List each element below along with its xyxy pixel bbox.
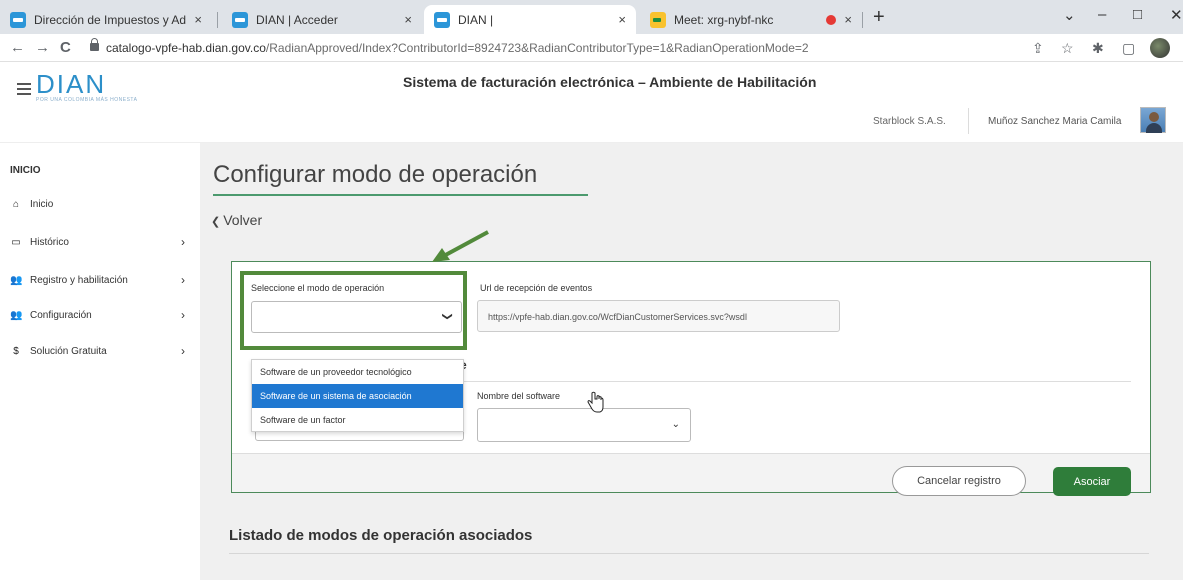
- home-icon: ⌂: [12, 198, 20, 210]
- sidebar-item-label: Histórico: [30, 236, 69, 248]
- browser-tab-1[interactable]: Dirección de Impuestos y Aduan ×: [0, 5, 212, 34]
- sidebar-item-label: Registro y habilitación: [30, 274, 128, 286]
- event-url-label: Url de recepción de eventos: [480, 283, 593, 293]
- sidebar-item-solucion-gratuita[interactable]: $ Solución Gratuita ›: [10, 342, 185, 360]
- main-content: Configurar modo de operación ❮ Volver Sel…: [200, 143, 1183, 580]
- star-icon[interactable]: ☆: [1061, 40, 1074, 57]
- chevron-right-icon: ›: [181, 273, 185, 287]
- dollar-icon: $: [13, 345, 19, 357]
- hand-cursor-icon: [587, 391, 604, 413]
- tab-separator: [217, 12, 218, 28]
- browser-tab-3-active[interactable]: DIAN | ×: [424, 5, 636, 34]
- sidebar: INICIO ⌂ Inicio ▭ Histórico › 👥 Registro…: [0, 143, 200, 580]
- extensions-puzzle-icon[interactable]: ✱: [1092, 40, 1104, 57]
- sidebar-item-label: Inicio: [30, 198, 54, 210]
- associated-modes-title: Listado de modos de operación asociados: [229, 527, 533, 544]
- sidebar-item-registro[interactable]: 👥 Registro y habilitación ›: [10, 271, 185, 289]
- lock-icon: [90, 38, 99, 51]
- browser-tab-4[interactable]: Meet: xrg-nybf-nkc ×: [640, 5, 862, 34]
- dropdown-option-factor[interactable]: Software de un factor: [252, 408, 463, 432]
- cancel-registration-button[interactable]: Cancelar registro: [892, 466, 1026, 496]
- recording-dot-icon: [826, 14, 837, 25]
- browser-tab-bar: Dirección de Impuestos y Aduan × DIAN | …: [0, 0, 1183, 34]
- tab-title: DIAN | Acceder: [256, 12, 338, 27]
- user-avatar[interactable]: [1140, 107, 1166, 133]
- tab-title: Dirección de Impuestos y Aduan: [34, 12, 187, 27]
- reload-icon[interactable]: C: [60, 39, 71, 56]
- dian-favicon-icon: [232, 11, 248, 28]
- profile-avatar-icon[interactable]: [1150, 38, 1170, 58]
- users-cog-icon: 👥: [10, 309, 23, 321]
- close-tab-icon[interactable]: ×: [618, 12, 626, 27]
- sidebar-item-configuracion[interactable]: 👥 Configuración ›: [10, 306, 185, 324]
- software-name-select[interactable]: ⌄: [477, 408, 691, 442]
- close-tab-icon[interactable]: ×: [404, 12, 412, 27]
- inbox-icon: ▭: [11, 236, 21, 248]
- highlight-box: [240, 271, 467, 350]
- close-tab-icon[interactable]: ×: [194, 12, 202, 27]
- dropdown-option-proveedor[interactable]: Software de un proveedor tecnológico: [252, 360, 463, 384]
- new-tab-button[interactable]: +: [873, 6, 885, 29]
- close-tab-icon[interactable]: ×: [844, 12, 852, 27]
- back-arrow-icon[interactable]: ←: [10, 39, 25, 56]
- hamburger-menu-icon[interactable]: [17, 83, 31, 98]
- chevron-left-icon: ❮: [211, 216, 221, 228]
- dian-favicon-icon: [10, 11, 26, 28]
- sidebar-item-label: Configuración: [30, 309, 92, 321]
- software-name-label: Nombre del software: [477, 391, 561, 401]
- url-field[interactable]: catalogo-vpfe-hab.dian.gov.co/RadianAppr…: [106, 41, 809, 55]
- user-name[interactable]: Muñoz Sanchez Maria Camila: [988, 116, 1121, 127]
- users-icon: 👥: [10, 274, 23, 286]
- dropdown-option-asociacion[interactable]: Software de un sistema de asociación: [252, 384, 463, 408]
- chevron-down-icon: ⌄: [671, 419, 680, 430]
- title-underline: [213, 194, 588, 196]
- back-link[interactable]: ❮ Volver: [211, 212, 262, 228]
- annotation-arrow-icon: [432, 230, 489, 262]
- header-divider: [968, 108, 969, 134]
- close-window-button[interactable]: ✕: [1170, 6, 1183, 24]
- sidebar-item-inicio[interactable]: ⌂ Inicio: [10, 195, 185, 213]
- system-title: Sistema de facturación electrónica – Amb…: [403, 74, 817, 90]
- dian-favicon-icon: [434, 11, 450, 28]
- page-title: Configurar modo de operación: [213, 161, 538, 188]
- chevron-right-icon: ›: [181, 308, 185, 322]
- tab-search-icon[interactable]: ⌄: [1063, 6, 1076, 24]
- share-icon[interactable]: ⇪: [1032, 40, 1044, 57]
- operation-mode-dropdown: Software de un proveedor tecnológico Sof…: [251, 359, 464, 432]
- meet-favicon-icon: [650, 11, 666, 28]
- maximize-button[interactable]: □: [1133, 6, 1142, 23]
- chevron-right-icon: ›: [181, 344, 185, 358]
- sidebar-heading: INICIO: [10, 165, 41, 176]
- tab-title: Meet: xrg-nybf-nkc: [674, 12, 774, 27]
- minimize-button[interactable]: –: [1098, 6, 1106, 23]
- sidebar-item-label: Solución Gratuita: [30, 345, 107, 357]
- browser-tab-2[interactable]: DIAN | Acceder ×: [222, 5, 422, 34]
- sidebar-item-historico[interactable]: ▭ Histórico ›: [10, 233, 185, 251]
- event-url-field[interactable]: https://vpfe-hab.dian.gov.co/WcfDianCust…: [477, 300, 840, 332]
- logo-text: DIAN: [36, 69, 107, 99]
- address-bar: ← → C catalogo-vpfe-hab.dian.gov.co/Radi…: [0, 34, 1183, 62]
- sidebar-panel-icon[interactable]: ▢: [1122, 40, 1135, 57]
- tab-title: DIAN |: [458, 12, 494, 27]
- logo-tagline: POR UNA COLOMBIA MÁS HONESTA: [36, 97, 138, 103]
- forward-arrow-icon[interactable]: →: [35, 39, 50, 56]
- url-path: /RadianApproved/Index?ContributorId=8924…: [265, 41, 809, 55]
- company-name[interactable]: Starblock S.A.S.: [873, 116, 946, 127]
- tab-separator: [862, 12, 863, 28]
- dian-logo: DIAN POR UNA COLOMBIA MÁS HONESTA: [36, 69, 140, 103]
- associate-button[interactable]: Asociar: [1053, 467, 1131, 496]
- url-host: catalogo-vpfe-hab.dian.gov.co: [106, 41, 266, 55]
- back-link-label: Volver: [223, 212, 263, 228]
- chevron-right-icon: ›: [181, 235, 185, 249]
- list-divider: [229, 553, 1149, 554]
